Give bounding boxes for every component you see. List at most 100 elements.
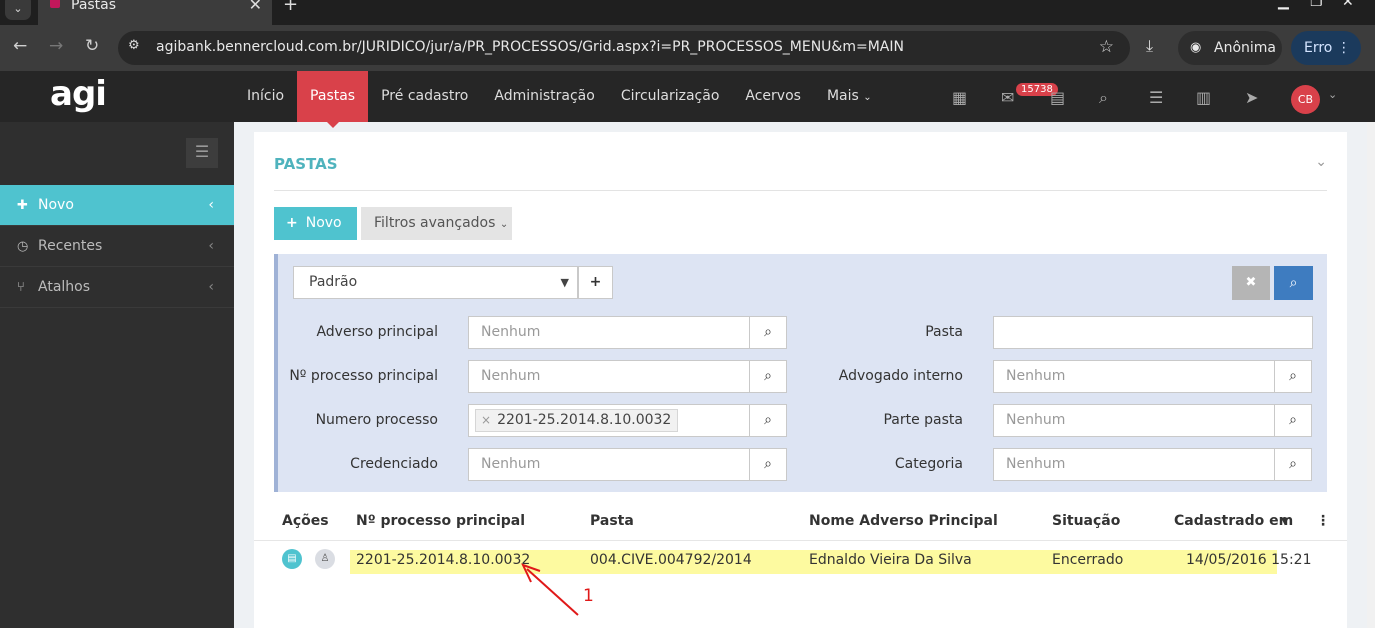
tag-label: 2201-25.2014.8.10.0032 — [497, 412, 672, 428]
sidebar-item-recentes[interactable]: ◷ Recentes ‹ — [0, 226, 234, 267]
col-cadastrado-em[interactable]: Cadastrado em — [1174, 513, 1293, 529]
person-icon[interactable]: ♙ — [315, 549, 335, 569]
search-icon[interactable]: ⌕ — [1274, 448, 1312, 481]
restore-icon[interactable]: ❐ — [1310, 0, 1323, 10]
plus-icon: ✚ — [17, 198, 28, 213]
scrollbar[interactable] — [1367, 122, 1375, 628]
factory-icon[interactable]: ▥ — [1196, 88, 1211, 107]
pasta-input[interactable] — [993, 316, 1313, 349]
menu-item-administracao[interactable]: Administração — [481, 71, 607, 122]
error-menu-button[interactable]: Erro ⋮ — [1291, 31, 1361, 65]
browser-tab[interactable]: Pastas ✕ — [38, 0, 272, 25]
col-nome-adverso[interactable]: Nome Adverso Principal — [809, 513, 998, 529]
col-situacao[interactable]: Situação — [1052, 513, 1120, 529]
menu-item-pre-cadastro[interactable]: Pré cadastro — [368, 71, 481, 122]
processo-principal-input[interactable]: Nenhum — [468, 360, 750, 393]
col-pasta[interactable]: Pasta — [590, 513, 634, 529]
categoria-input[interactable]: Nenhum — [993, 448, 1275, 481]
profile-label: Anônima — [1214, 40, 1276, 56]
download-icon[interactable]: ⤓ — [1146, 36, 1153, 56]
document-icon[interactable]: ▤ — [282, 549, 302, 569]
chevron-down-icon: ⌄ — [499, 219, 509, 230]
search-icon[interactable]: ⌕ — [749, 404, 787, 437]
add-preset-button[interactable]: + — [578, 266, 613, 299]
user-chevron-icon[interactable]: ⌄ — [1328, 88, 1337, 101]
divider — [274, 190, 1327, 191]
col-acoes[interactable]: Ações — [282, 513, 329, 529]
label-parte-pasta: Parte pasta — [883, 412, 963, 428]
apply-search-button[interactable]: ⌕ — [1274, 266, 1313, 300]
menu-item-mais-label: Mais — [826, 88, 859, 104]
novo-button[interactable]: + Novo — [274, 207, 357, 240]
forward-icon[interactable]: → — [49, 36, 63, 56]
parte-pasta-input[interactable]: Nenhum — [993, 404, 1275, 437]
search-icon[interactable]: ⌕ — [749, 448, 787, 481]
send-icon[interactable]: ➤ — [1245, 88, 1258, 107]
cell-adverso[interactable]: Ednaldo Vieira Da Silva — [809, 552, 972, 568]
menu-item-acervos[interactable]: Acervos — [732, 71, 814, 122]
sidebar-item-label: Recentes — [38, 238, 103, 254]
profile-button[interactable]: ◉ Anônima — [1178, 31, 1282, 65]
cell-cadastrado[interactable]: 14/05/2016 15:21 — [1186, 552, 1312, 568]
back-icon[interactable]: ← — [13, 36, 27, 56]
clear-filters-button[interactable]: ✖ — [1232, 266, 1270, 300]
search-icon[interactable]: ⌕ — [749, 360, 787, 393]
menu-item-inicio[interactable]: Início — [234, 71, 297, 122]
app-logo[interactable]: agi — [50, 74, 107, 114]
label-numero-processo: Numero processo — [315, 412, 438, 428]
menu-item-circularizacao[interactable]: Circularização — [608, 71, 733, 122]
credenciado-input[interactable]: Nenhum — [468, 448, 750, 481]
label-categoria: Categoria — [894, 456, 963, 472]
close-tab-icon[interactable]: ✕ — [249, 0, 262, 14]
remove-tag-icon[interactable]: × — [481, 413, 491, 427]
search-icon[interactable]: ⌕ — [1099, 88, 1108, 108]
advogado-interno-input[interactable]: Nenhum — [993, 360, 1275, 393]
col-processo-principal[interactable]: Nº processo principal — [356, 513, 525, 529]
user-avatar[interactable]: CB — [1291, 85, 1320, 114]
novo-button-label: Novo — [305, 215, 342, 231]
sort-desc-icon[interactable]: ▼ — [1281, 516, 1289, 527]
browser-toolbar: ← → ↻ ⚙ agibank.bennercloud.com.br/JURID… — [0, 25, 1375, 71]
hamburger-icon[interactable]: ☰ — [186, 138, 218, 168]
clock-icon: ◷ — [17, 239, 29, 254]
address-bar[interactable]: ⚙ agibank.bennercloud.com.br/JURIDICO/ju… — [118, 31, 1130, 65]
tasks-icon[interactable]: ☰ — [1149, 88, 1163, 107]
menu-item-pastas[interactable]: Pastas — [297, 71, 369, 128]
advanced-filters-label: Filtros avançados — [374, 215, 496, 231]
main-panel: PASTAS ⌄ + Novo Filtros avançados ⌄ Padrã… — [254, 132, 1347, 628]
minimize-icon[interactable]: ▁ — [1278, 0, 1289, 10]
chevron-down-icon: ⌄ — [863, 92, 872, 103]
calendar-icon[interactable]: ▦ — [952, 88, 967, 107]
tab-list-button[interactable]: ⌄ — [5, 0, 31, 20]
cell-situacao[interactable]: Encerrado — [1052, 552, 1123, 568]
bookmark-star-icon[interactable]: ☆ — [1099, 37, 1114, 57]
site-info-icon[interactable]: ⚙ — [128, 38, 140, 53]
menu-item-mais[interactable]: Mais ⌄ — [814, 71, 885, 122]
sidebar: ☰ ✚ Novo ‹ ◷ Recentes ‹ ⑂ Atalhos ‹ — [0, 122, 234, 628]
sidebar-item-novo[interactable]: ✚ Novo ‹ — [0, 185, 234, 226]
incognito-icon: ◉ — [1190, 40, 1202, 55]
collapse-chevron-icon[interactable]: ⌄ — [1315, 154, 1327, 170]
sidebar-item-atalhos[interactable]: ⑂ Atalhos ‹ — [0, 267, 234, 308]
new-tab-icon[interactable]: + — [283, 0, 298, 15]
close-window-icon[interactable]: ✕ — [1342, 0, 1354, 10]
advanced-filters-button[interactable]: Filtros avançados ⌄ — [361, 207, 512, 240]
column-options-icon[interactable]: ⋮ — [1316, 513, 1330, 529]
label-processo-principal: Nº processo principal — [289, 368, 438, 384]
label-advogado-interno: Advogado interno — [838, 368, 963, 384]
adverso-principal-input[interactable]: Nenhum — [468, 316, 750, 349]
reload-icon[interactable]: ↻ — [85, 36, 99, 56]
filter-preset-select[interactable]: Padrão ▼ — [293, 266, 578, 299]
annotation-label: 1 — [583, 586, 594, 606]
mail-icon[interactable]: ✉ — [1001, 88, 1014, 107]
label-adverso-principal: Adverso principal — [316, 324, 438, 340]
search-icon[interactable]: ⌕ — [1274, 360, 1312, 393]
numero-processo-input[interactable]: × 2201-25.2014.8.10.0032 — [468, 404, 750, 437]
search-icon[interactable]: ⌕ — [749, 316, 787, 349]
search-icon[interactable]: ⌕ — [1274, 404, 1312, 437]
favicon-icon — [50, 0, 60, 8]
list-icon[interactable]: ▤ — [1050, 88, 1065, 107]
cell-processo[interactable]: 2201-25.2014.8.10.0032 — [356, 552, 530, 568]
cell-pasta[interactable]: 004.CIVE.004792/2014 — [590, 552, 752, 568]
browser-tabstrip: ⌄ Pastas ✕ + ▁ ❐ ✕ — [0, 0, 1375, 25]
